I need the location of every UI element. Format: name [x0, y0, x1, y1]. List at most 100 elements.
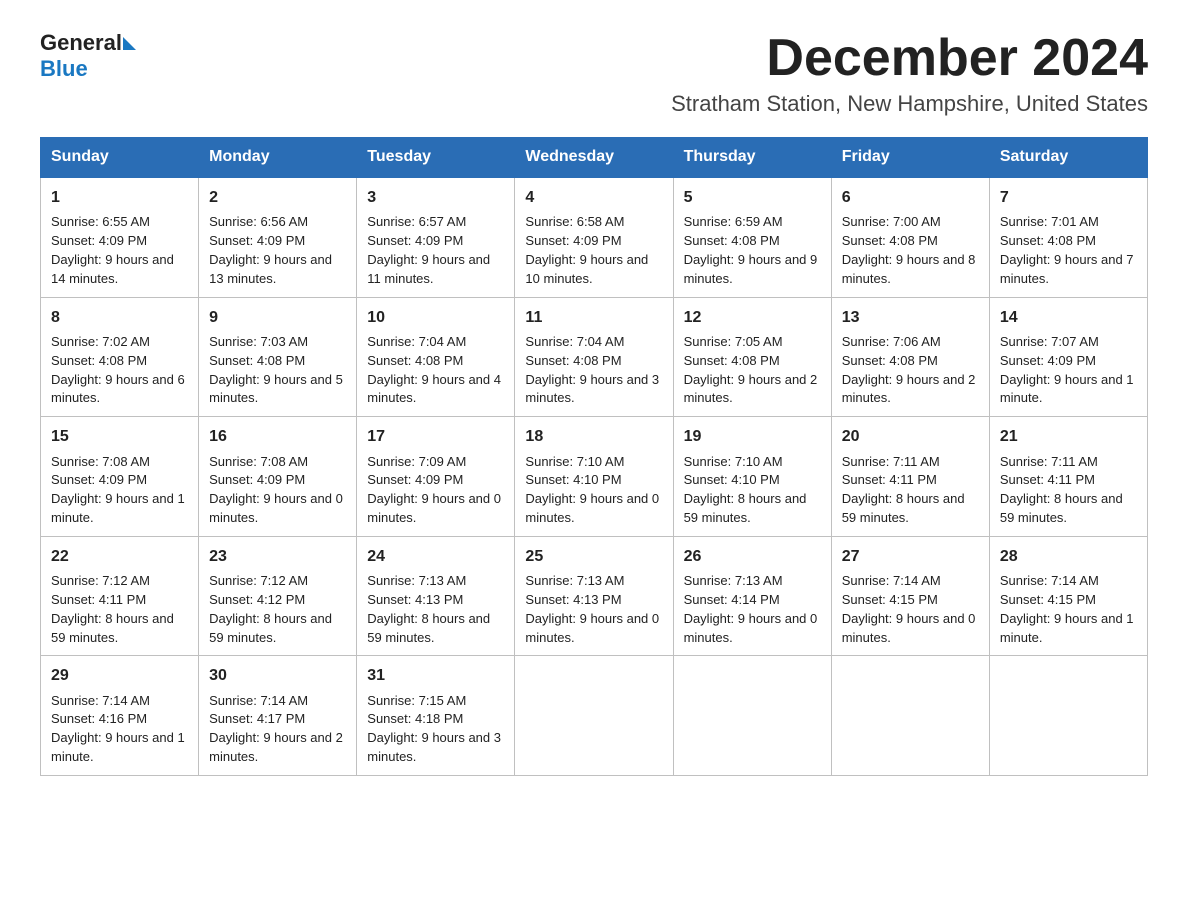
calendar-day-cell [989, 656, 1147, 776]
day-info: Sunrise: 7:14 AMSunset: 4:16 PMDaylight:… [51, 693, 185, 765]
calendar-header-wednesday: Wednesday [515, 138, 673, 178]
day-info: Sunrise: 7:13 AMSunset: 4:14 PMDaylight:… [684, 573, 818, 645]
calendar-day-cell: 1 Sunrise: 6:55 AMSunset: 4:09 PMDaylight… [41, 177, 199, 297]
day-info: Sunrise: 7:14 AMSunset: 4:15 PMDaylight:… [842, 573, 976, 645]
day-number: 7 [1000, 186, 1137, 209]
calendar-day-cell: 5 Sunrise: 6:59 AMSunset: 4:08 PMDaylight… [673, 177, 831, 297]
day-info: Sunrise: 7:15 AMSunset: 4:18 PMDaylight:… [367, 693, 501, 765]
calendar-day-cell: 8Sunrise: 7:02 AMSunset: 4:08 PMDaylight… [41, 297, 199, 417]
calendar-day-cell: 16 Sunrise: 7:08 AMSunset: 4:09 PMDayligh… [199, 417, 357, 537]
day-info: Sunrise: 7:06 AMSunset: 4:08 PMDaylight:… [842, 334, 976, 406]
day-info: Sunrise: 6:59 AMSunset: 4:08 PMDaylight:… [684, 214, 818, 286]
day-info: Sunrise: 7:10 AMSunset: 4:10 PMDaylight:… [525, 454, 659, 526]
location-title: Stratham Station, New Hampshire, United … [671, 91, 1148, 117]
day-info: Sunrise: 7:11 AMSunset: 4:11 PMDaylight:… [842, 454, 965, 526]
day-number: 20 [842, 425, 979, 448]
logo: General Blue [40, 30, 136, 82]
calendar-day-cell: 31 Sunrise: 7:15 AMSunset: 4:18 PMDayligh… [357, 656, 515, 776]
calendar-day-cell: 14 Sunrise: 7:07 AMSunset: 4:09 PMDayligh… [989, 297, 1147, 417]
calendar-day-cell: 23 Sunrise: 7:12 AMSunset: 4:12 PMDayligh… [199, 536, 357, 656]
calendar-day-cell: 10 Sunrise: 7:04 AMSunset: 4:08 PMDayligh… [357, 297, 515, 417]
day-info: Sunrise: 7:08 AMSunset: 4:09 PMDaylight:… [51, 454, 185, 526]
day-info: Sunrise: 7:04 AMSunset: 4:08 PMDaylight:… [367, 334, 501, 406]
day-number: 18 [525, 425, 662, 448]
calendar-day-cell: 22 Sunrise: 7:12 AMSunset: 4:11 PMDayligh… [41, 536, 199, 656]
logo-blue-text: Blue [40, 56, 88, 82]
calendar-day-cell: 3Sunrise: 6:57 AMSunset: 4:09 PMDaylight… [357, 177, 515, 297]
calendar-header-monday: Monday [199, 138, 357, 178]
calendar-day-cell: 28Sunrise: 7:14 AMSunset: 4:15 PMDayligh… [989, 536, 1147, 656]
day-number: 30 [209, 664, 346, 687]
day-number: 23 [209, 545, 346, 568]
day-info: Sunrise: 7:08 AMSunset: 4:09 PMDaylight:… [209, 454, 343, 526]
logo-arrow-icon [123, 37, 136, 50]
day-info: Sunrise: 7:11 AMSunset: 4:11 PMDaylight:… [1000, 454, 1123, 526]
calendar-day-cell: 30 Sunrise: 7:14 AMSunset: 4:17 PMDayligh… [199, 656, 357, 776]
day-number: 22 [51, 545, 188, 568]
day-info: Sunrise: 7:07 AMSunset: 4:09 PMDaylight:… [1000, 334, 1134, 406]
calendar-day-cell: 27 Sunrise: 7:14 AMSunset: 4:15 PMDayligh… [831, 536, 989, 656]
calendar-day-cell: 29 Sunrise: 7:14 AMSunset: 4:16 PMDayligh… [41, 656, 199, 776]
day-info: Sunrise: 7:03 AMSunset: 4:08 PMDaylight:… [209, 334, 343, 406]
day-number: 29 [51, 664, 188, 687]
day-info: Sunrise: 7:12 AMSunset: 4:12 PMDaylight:… [209, 573, 332, 645]
calendar-table: SundayMondayTuesdayWednesdayThursdayFrid… [40, 137, 1148, 776]
day-number: 12 [684, 306, 821, 329]
day-number: 13 [842, 306, 979, 329]
day-info: Sunrise: 7:04 AMSunset: 4:08 PMDaylight:… [525, 334, 659, 406]
day-number: 27 [842, 545, 979, 568]
calendar-day-cell: 15 Sunrise: 7:08 AMSunset: 4:09 PMDayligh… [41, 417, 199, 537]
calendar-day-cell [515, 656, 673, 776]
calendar-day-cell: 6 Sunrise: 7:00 AMSunset: 4:08 PMDaylight… [831, 177, 989, 297]
month-title: December 2024 [671, 30, 1148, 87]
calendar-day-cell [831, 656, 989, 776]
day-number: 9 [209, 306, 346, 329]
page-header: General Blue December 2024 Stratham Stat… [40, 30, 1148, 117]
day-info: Sunrise: 7:09 AMSunset: 4:09 PMDaylight:… [367, 454, 501, 526]
calendar-day-cell: 13 Sunrise: 7:06 AMSunset: 4:08 PMDayligh… [831, 297, 989, 417]
calendar-week-row: 8Sunrise: 7:02 AMSunset: 4:08 PMDaylight… [41, 297, 1148, 417]
day-number: 16 [209, 425, 346, 448]
calendar-header-friday: Friday [831, 138, 989, 178]
calendar-week-row: 15 Sunrise: 7:08 AMSunset: 4:09 PMDayligh… [41, 417, 1148, 537]
calendar-header-sunday: Sunday [41, 138, 199, 178]
calendar-header-tuesday: Tuesday [357, 138, 515, 178]
day-number: 19 [684, 425, 821, 448]
day-number: 14 [1000, 306, 1137, 329]
day-info: Sunrise: 7:01 AMSunset: 4:08 PMDaylight:… [1000, 214, 1134, 286]
day-info: Sunrise: 6:55 AMSunset: 4:09 PMDaylight:… [51, 214, 174, 286]
day-info: Sunrise: 7:14 AMSunset: 4:17 PMDaylight:… [209, 693, 343, 765]
day-number: 10 [367, 306, 504, 329]
calendar-day-cell: 11 Sunrise: 7:04 AMSunset: 4:08 PMDayligh… [515, 297, 673, 417]
calendar-day-cell: 2Sunrise: 6:56 AMSunset: 4:09 PMDaylight… [199, 177, 357, 297]
day-info: Sunrise: 7:12 AMSunset: 4:11 PMDaylight:… [51, 573, 174, 645]
day-number: 1 [51, 186, 188, 209]
day-number: 21 [1000, 425, 1137, 448]
day-number: 15 [51, 425, 188, 448]
calendar-day-cell: 26Sunrise: 7:13 AMSunset: 4:14 PMDayligh… [673, 536, 831, 656]
calendar-day-cell [673, 656, 831, 776]
calendar-day-cell: 21 Sunrise: 7:11 AMSunset: 4:11 PMDayligh… [989, 417, 1147, 537]
title-area: December 2024 Stratham Station, New Hamp… [671, 30, 1148, 117]
day-info: Sunrise: 7:00 AMSunset: 4:08 PMDaylight:… [842, 214, 976, 286]
day-info: Sunrise: 6:57 AMSunset: 4:09 PMDaylight:… [367, 214, 490, 286]
logo-general-text: General [40, 30, 122, 56]
day-info: Sunrise: 7:13 AMSunset: 4:13 PMDaylight:… [525, 573, 659, 645]
day-info: Sunrise: 6:58 AMSunset: 4:09 PMDaylight:… [525, 214, 648, 286]
day-info: Sunrise: 7:13 AMSunset: 4:13 PMDaylight:… [367, 573, 490, 645]
calendar-header-saturday: Saturday [989, 138, 1147, 178]
calendar-week-row: 1 Sunrise: 6:55 AMSunset: 4:09 PMDaylight… [41, 177, 1148, 297]
day-number: 5 [684, 186, 821, 209]
day-number: 6 [842, 186, 979, 209]
day-info: Sunrise: 7:02 AMSunset: 4:08 PMDaylight:… [51, 334, 185, 406]
calendar-header-row: SundayMondayTuesdayWednesdayThursdayFrid… [41, 138, 1148, 178]
day-number: 28 [1000, 545, 1137, 568]
calendar-day-cell: 4Sunrise: 6:58 AMSunset: 4:09 PMDaylight… [515, 177, 673, 297]
day-number: 17 [367, 425, 504, 448]
calendar-day-cell: 20 Sunrise: 7:11 AMSunset: 4:11 PMDayligh… [831, 417, 989, 537]
calendar-day-cell: 19Sunrise: 7:10 AMSunset: 4:10 PMDayligh… [673, 417, 831, 537]
day-number: 31 [367, 664, 504, 687]
day-info: Sunrise: 6:56 AMSunset: 4:09 PMDaylight:… [209, 214, 332, 286]
day-number: 11 [525, 306, 662, 329]
calendar-day-cell: 7 Sunrise: 7:01 AMSunset: 4:08 PMDaylight… [989, 177, 1147, 297]
